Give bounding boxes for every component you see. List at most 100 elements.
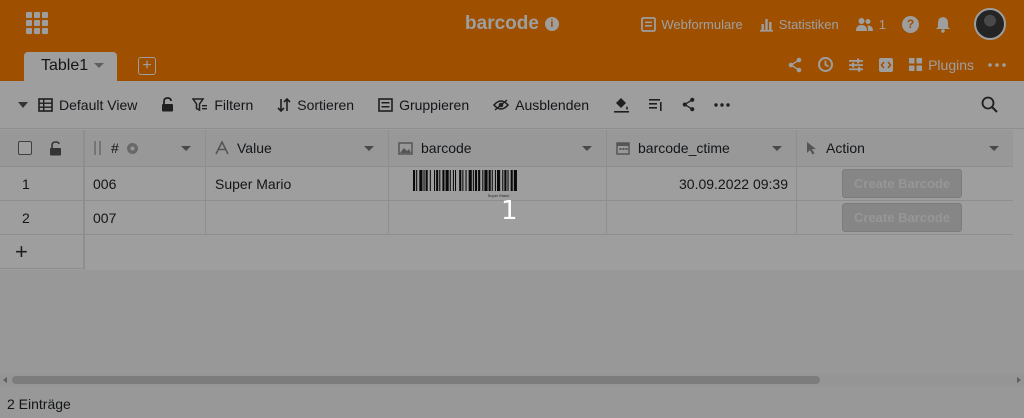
toolbar-more-button[interactable] bbox=[714, 102, 730, 107]
barcode-bar bbox=[488, 169, 491, 191]
barcode-bar bbox=[502, 169, 504, 191]
search-button[interactable] bbox=[981, 96, 998, 116]
scroll-right-icon[interactable] bbox=[1017, 377, 1021, 383]
cell-value[interactable] bbox=[206, 201, 389, 234]
ctime-value: 30.09.2022 09:39 bbox=[679, 175, 788, 192]
lock-view-button[interactable] bbox=[161, 97, 174, 112]
create-barcode-button[interactable]: Create Barcode bbox=[842, 169, 963, 198]
barcode-bar bbox=[497, 169, 501, 191]
table-view-icon bbox=[38, 97, 53, 112]
cell-barcode[interactable] bbox=[389, 201, 607, 234]
filter-icon bbox=[192, 97, 208, 111]
add-table-button[interactable]: + bbox=[138, 57, 156, 75]
barcode-bar bbox=[474, 169, 478, 191]
barcode-bar bbox=[482, 169, 484, 191]
hide-label: Ausblenden bbox=[515, 96, 590, 113]
barcode-image[interactable]: Super Mario bbox=[411, 169, 586, 198]
statistics-label: Statistiken bbox=[778, 16, 839, 32]
header-row: # Value barcode barcode_ctime Action bbox=[0, 130, 1013, 167]
column-label: barcode_ctime bbox=[638, 140, 730, 156]
view-selector[interactable]: Default View bbox=[18, 97, 137, 113]
help-button[interactable]: ? bbox=[902, 15, 919, 33]
column-header-value[interactable]: Value bbox=[206, 130, 389, 166]
view-caret-icon[interactable] bbox=[18, 101, 28, 108]
text-icon bbox=[215, 141, 229, 155]
group-label: Gruppieren bbox=[399, 96, 470, 113]
column-menu-icon[interactable] bbox=[364, 146, 374, 151]
search-icon bbox=[981, 96, 998, 113]
tab-table1[interactable]: Table1 bbox=[24, 52, 117, 81]
create-barcode-button[interactable]: Create Barcode bbox=[842, 203, 963, 232]
column-menu-icon[interactable] bbox=[772, 146, 782, 151]
column-label: Action bbox=[826, 140, 865, 156]
notifications-button[interactable] bbox=[935, 16, 956, 33]
hide-columns-button[interactable]: Ausblenden bbox=[493, 97, 589, 113]
add-row-button[interactable]: + bbox=[0, 235, 84, 268]
barcode-bar bbox=[429, 169, 431, 191]
select-all-checkbox[interactable] bbox=[18, 141, 32, 155]
bar-chart-icon bbox=[759, 18, 773, 32]
barcode-bar bbox=[510, 169, 513, 191]
plugins-button[interactable]: Plugins bbox=[908, 57, 974, 73]
eye-icon bbox=[493, 98, 510, 111]
column-label: barcode bbox=[421, 140, 472, 156]
script-icon[interactable] bbox=[878, 57, 894, 73]
row-color-button[interactable] bbox=[613, 97, 630, 113]
barcode-bar bbox=[507, 169, 509, 191]
header-actions: Webformulare Statistiken 1 ? bbox=[625, 8, 1006, 40]
cell-barcode-ctime[interactable] bbox=[607, 201, 797, 234]
info-icon[interactable]: i bbox=[544, 17, 559, 31]
cell-id[interactable]: 007 bbox=[84, 201, 206, 234]
frozen-column-divider bbox=[84, 130, 85, 270]
users-icon bbox=[855, 17, 873, 31]
cell-barcode[interactable]: Super Mario bbox=[389, 167, 607, 200]
webforms-button[interactable]: Webformulare bbox=[641, 17, 743, 32]
more-icon[interactable] bbox=[988, 62, 1006, 67]
barcode-bar bbox=[472, 169, 474, 191]
barcode-bar bbox=[513, 169, 517, 191]
column-header-barcode-ctime[interactable]: barcode_ctime bbox=[607, 130, 797, 166]
share-view-button[interactable] bbox=[681, 97, 696, 112]
column-header-id[interactable]: # bbox=[84, 130, 206, 166]
cell-id[interactable]: 006 bbox=[84, 167, 206, 200]
sort-label: Sortieren bbox=[297, 96, 355, 113]
scroll-left-icon[interactable] bbox=[3, 377, 7, 383]
drag-handle-icon[interactable] bbox=[93, 140, 103, 156]
column-menu-icon[interactable] bbox=[582, 146, 592, 151]
unlock-icon[interactable] bbox=[49, 140, 62, 156]
barcode-bar bbox=[423, 169, 425, 191]
cursor-icon bbox=[806, 141, 818, 155]
share-icon[interactable] bbox=[787, 57, 803, 73]
paint-bucket-icon bbox=[614, 97, 630, 113]
barcode-bar bbox=[425, 169, 428, 191]
horizontal-scrollbar[interactable] bbox=[0, 374, 1024, 386]
barcode-bar bbox=[494, 169, 496, 191]
barcode-bar bbox=[449, 169, 451, 191]
column-label: # bbox=[111, 140, 119, 156]
view-label: Default View bbox=[59, 96, 138, 113]
barcode-bar bbox=[504, 169, 507, 191]
barcode-bar bbox=[439, 169, 441, 191]
filter-button[interactable]: Filtern bbox=[192, 97, 253, 113]
collaborators-button[interactable]: 1 bbox=[855, 17, 886, 32]
group-button[interactable]: Gruppieren bbox=[378, 97, 469, 113]
row-height-button[interactable] bbox=[648, 98, 663, 112]
barcode-bar bbox=[484, 169, 488, 191]
cell-barcode-ctime[interactable]: 30.09.2022 09:39 bbox=[607, 167, 797, 200]
user-avatar[interactable] bbox=[974, 8, 1006, 40]
history-icon[interactable] bbox=[817, 56, 834, 73]
settings-sliders-icon[interactable] bbox=[848, 57, 864, 73]
tab-caret-icon[interactable] bbox=[94, 63, 105, 69]
cell-value[interactable]: Super Mario bbox=[206, 167, 389, 200]
column-header-barcode[interactable]: barcode bbox=[389, 130, 607, 166]
column-menu-icon[interactable] bbox=[989, 146, 999, 151]
column-header-action[interactable]: Action bbox=[797, 130, 1013, 166]
column-menu-icon[interactable] bbox=[181, 146, 191, 151]
scrollbar-thumb[interactable] bbox=[12, 376, 820, 384]
base-title-text: barcode bbox=[465, 13, 539, 34]
help-icon: ? bbox=[902, 15, 919, 33]
barcode-bar bbox=[478, 169, 481, 191]
sort-button[interactable]: Sortieren bbox=[277, 97, 354, 113]
statistics-button[interactable]: Statistiken bbox=[759, 17, 839, 32]
filter-label: Filtern bbox=[214, 96, 254, 113]
